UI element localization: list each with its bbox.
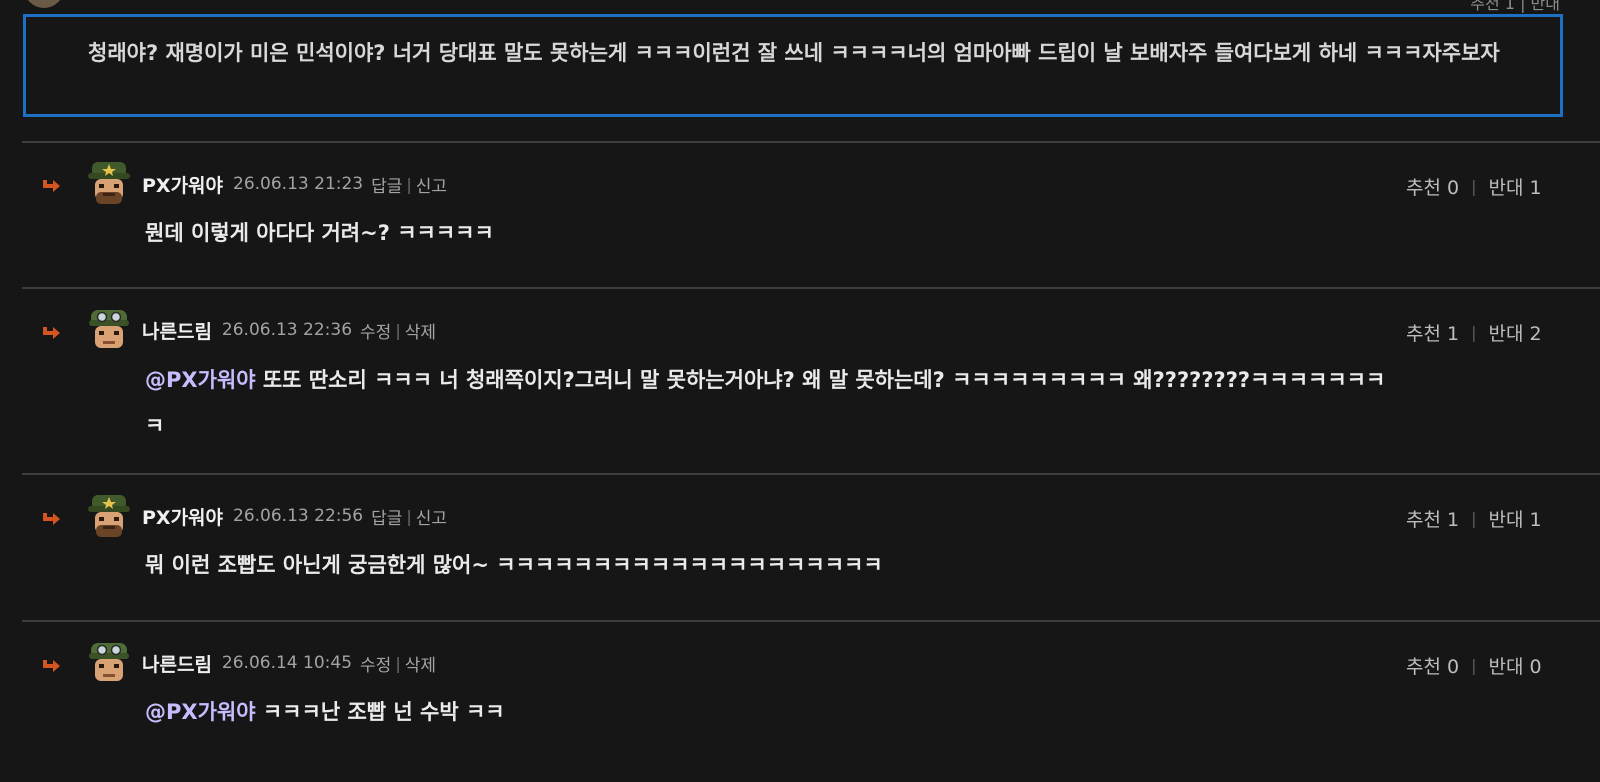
oppose-label: 반대 bbox=[1488, 508, 1524, 531]
recommend-count: 0 bbox=[1447, 176, 1460, 199]
comment-author[interactable]: 나른드림 bbox=[142, 650, 212, 677]
divider bbox=[22, 620, 1600, 622]
recommend-label: 추천 bbox=[1406, 322, 1441, 345]
previous-comment-avatar-edge bbox=[24, 0, 64, 8]
oppose-count: 1 bbox=[1529, 508, 1542, 531]
recommend-button[interactable]: 추천 0 bbox=[1406, 652, 1459, 679]
comment-date: 26.06.14 10:45 bbox=[221, 653, 353, 673]
comment-author[interactable]: PX가워야 bbox=[142, 171, 223, 198]
votes-separator: | bbox=[1471, 508, 1477, 528]
edit-link[interactable]: 수정 bbox=[360, 651, 391, 676]
comment-text: 뭐 이런 조빱도 아닌게 궁금한게 많어~ ㅋㅋㅋㅋㅋㅋㅋㅋㅋㅋㅋㅋㅋㅋㅋㅋㅋㅋ… bbox=[145, 542, 1395, 588]
reply-arrow-icon bbox=[43, 513, 60, 525]
soldier-goggles-avatar-icon bbox=[89, 643, 129, 681]
recommend-button[interactable]: 추천 1 bbox=[1406, 319, 1459, 346]
meta-separator: | bbox=[395, 320, 401, 340]
comment-author[interactable]: PX가워야 bbox=[142, 503, 223, 530]
comment-text: 뭔데 이렇게 아다다 거려~? ㅋㅋㅋㅋㅋ bbox=[145, 210, 1395, 256]
comment-body: 뭐 이런 조빱도 아닌게 궁금한게 많어~ ㅋㅋㅋㅋㅋㅋㅋㅋㅋㅋㅋㅋㅋㅋㅋㅋㅋㅋ… bbox=[145, 553, 883, 577]
comment-body: 뭔데 이렇게 아다다 거려~? ㅋㅋㅋㅋㅋ bbox=[145, 221, 494, 245]
reply-link[interactable]: 답글 bbox=[371, 172, 402, 197]
comment-date: 26.06.13 21:23 bbox=[233, 174, 364, 194]
delete-link[interactable]: 삭제 bbox=[405, 318, 436, 343]
delete-link[interactable]: 삭제 bbox=[405, 651, 436, 676]
meta-separator: | bbox=[406, 174, 412, 194]
report-link[interactable]: 신고 bbox=[416, 172, 447, 197]
divider bbox=[22, 141, 1600, 143]
comment-votes: 추천 1 | 반대 2 bbox=[1406, 318, 1542, 346]
comment-text: @PX가워야 또또 딴소리 ㅋㅋㅋ 너 청래쪽이지?그러니 말 못하는거아냐? … bbox=[145, 357, 1395, 449]
oppose-count: 1 bbox=[1529, 176, 1542, 199]
divider bbox=[22, 473, 1600, 475]
recommend-label: 추천 bbox=[1406, 176, 1441, 199]
recommend-button[interactable]: 추천 0 bbox=[1406, 173, 1459, 200]
comment-mention[interactable]: @PX가워야 bbox=[145, 368, 256, 392]
recommend-button[interactable]: 추천 1 bbox=[1406, 505, 1459, 532]
oppose-count: 2 bbox=[1529, 322, 1542, 345]
recommend-label: 추천 bbox=[1406, 655, 1441, 678]
votes-separator: | bbox=[1471, 322, 1477, 342]
meta-separator: | bbox=[395, 653, 401, 673]
oppose-count: 0 bbox=[1529, 655, 1542, 678]
comment-body: ㅋㅋㅋ난 조빱 넌 수박 ㅋㅋ bbox=[255, 700, 505, 724]
votes-separator: | bbox=[1471, 655, 1477, 675]
reply-arrow-icon bbox=[43, 660, 60, 672]
meta-separator: | bbox=[406, 506, 412, 526]
oppose-button[interactable]: 반대 1 bbox=[1489, 173, 1542, 200]
comment-text: @PX가워야 ㅋㅋㅋ난 조빱 넌 수박 ㅋㅋ bbox=[145, 689, 1395, 735]
oppose-label: 반대 bbox=[1488, 176, 1524, 199]
comment-body: 또또 딴소리 ㅋㅋㅋ 너 청래쪽이지?그러니 말 못하는거아냐? 왜 말 못하는… bbox=[145, 368, 1386, 438]
recommend-label: 추천 bbox=[1406, 508, 1441, 531]
oppose-button[interactable]: 반대 2 bbox=[1489, 319, 1542, 346]
comment-date: 26.06.13 22:36 bbox=[221, 320, 353, 340]
reply-arrow-icon bbox=[43, 180, 60, 192]
comment-votes: 추천 1 | 반대 1 bbox=[1406, 504, 1542, 532]
reply-arrow-icon bbox=[43, 327, 60, 339]
divider bbox=[22, 287, 1600, 289]
reply-input-box[interactable]: 청래야? 재명이가 미은 민석이야? 너거 당대표 말도 못하는게 ㅋㅋㅋ이런건… bbox=[23, 14, 1563, 117]
comment-author[interactable]: 나른드림 bbox=[142, 317, 212, 344]
soldier-general-avatar-icon bbox=[88, 162, 130, 204]
recommend-count: 1 bbox=[1447, 508, 1460, 531]
soldier-general-avatar-icon bbox=[88, 495, 130, 537]
oppose-label: 반대 bbox=[1488, 322, 1524, 345]
edit-link[interactable]: 수정 bbox=[360, 318, 391, 343]
comment-votes: 추천 0 | 반대 0 bbox=[1406, 651, 1542, 679]
recommend-count: 1 bbox=[1447, 322, 1460, 345]
reply-input-text: 청래야? 재명이가 미은 민석이야? 너거 당대표 말도 못하는게 ㅋㅋㅋ이런건… bbox=[88, 41, 1500, 65]
oppose-button[interactable]: 반대 0 bbox=[1489, 652, 1542, 679]
reply-link[interactable]: 답글 bbox=[371, 504, 402, 529]
oppose-button[interactable]: 반대 1 bbox=[1489, 505, 1542, 532]
report-link[interactable]: 신고 bbox=[416, 504, 447, 529]
comment-votes: 추천 0 | 반대 1 bbox=[1406, 172, 1542, 200]
votes-separator: | bbox=[1471, 176, 1477, 196]
comment-mention[interactable]: @PX가워야 bbox=[145, 700, 256, 724]
comment-date: 26.06.13 22:56 bbox=[233, 506, 364, 526]
previous-comment-votes: 추천 1 | 반대 bbox=[1470, 0, 1560, 13]
soldier-goggles-avatar-icon bbox=[89, 310, 129, 348]
recommend-count: 0 bbox=[1447, 655, 1460, 678]
oppose-label: 반대 bbox=[1488, 655, 1524, 678]
